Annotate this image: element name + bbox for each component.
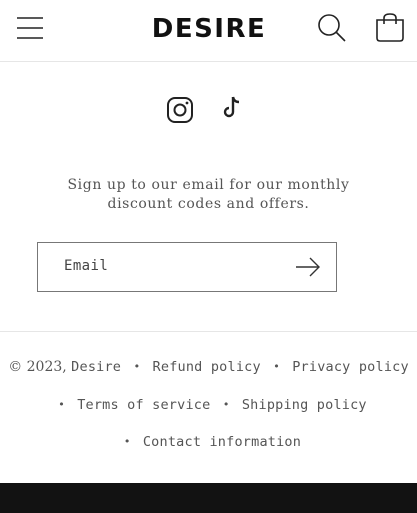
separator-dot: • — [123, 435, 131, 448]
cart-icon — [376, 13, 404, 42]
search-icon — [318, 14, 346, 42]
footer-row-3: • Contact information — [0, 434, 417, 450]
social-links — [0, 94, 417, 128]
tiktok-icon — [223, 96, 240, 118]
bottom-bar — [0, 483, 417, 513]
privacy-policy-link[interactable]: Privacy policy — [292, 359, 409, 375]
instagram-link[interactable] — [165, 95, 195, 125]
footer-row-2: • Terms of service • Shipping policy — [0, 397, 417, 413]
separator-dot: • — [222, 398, 230, 411]
email-field[interactable]: Email — [37, 242, 337, 292]
site-header: DESIRE — [0, 0, 417, 62]
separator-dot: • — [133, 360, 141, 373]
arrow-right-icon — [296, 257, 320, 277]
tiktok-link[interactable] — [220, 94, 250, 124]
email-label: Email — [64, 258, 109, 274]
search-button[interactable] — [316, 12, 348, 44]
subscribe-button[interactable] — [294, 255, 322, 279]
newsletter-text: Sign up to our email for our monthly dis… — [67, 177, 350, 212]
separator-dot: • — [58, 398, 65, 411]
hamburger-icon — [17, 17, 43, 39]
separator-dot: • — [273, 360, 280, 373]
contact-information-link[interactable]: Contact information — [143, 434, 301, 450]
store-name-link[interactable]: Desire — [71, 359, 121, 375]
footer-row-1: © 2023, Desire • Refund policy • Privacy… — [0, 359, 417, 375]
terms-of-service-link[interactable]: Terms of service — [77, 397, 210, 413]
shipping-policy-link[interactable]: Shipping policy — [242, 397, 367, 413]
refund-policy-link[interactable]: Refund policy — [153, 359, 261, 375]
instagram-icon — [167, 97, 193, 123]
menu-button[interactable] — [14, 12, 46, 44]
store-logo[interactable]: DESIRE — [135, 14, 283, 44]
copyright-text: © 2023, — [8, 359, 67, 375]
cart-button[interactable] — [374, 12, 406, 44]
logo-text: DESIRE — [152, 14, 267, 44]
footer-divider — [0, 331, 417, 332]
